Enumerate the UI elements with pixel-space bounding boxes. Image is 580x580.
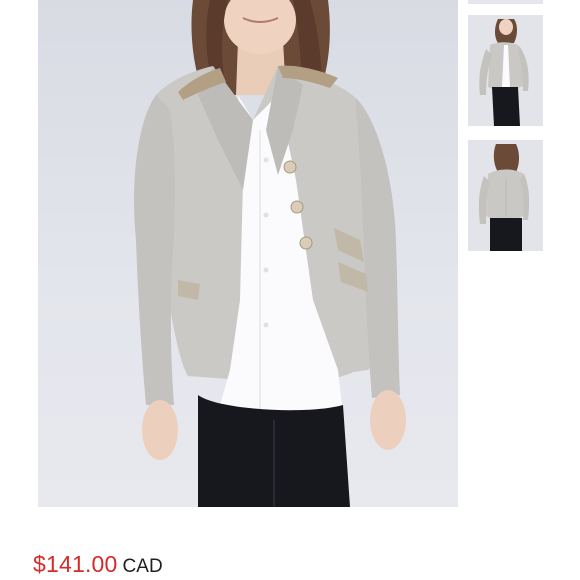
price-amount: $141.00 [33,551,118,577]
thumbnail-0[interactable] [468,0,543,4]
thumbnail-1-photo [468,15,543,126]
price-currency: CAD [122,556,163,577]
thumbnail-2-photo [468,140,543,251]
model-jacket-photo [134,0,406,507]
thumbnail-1[interactable] [468,15,543,126]
price-row: $141.00 CAD [33,551,163,578]
thumbnail-2[interactable] [468,140,543,251]
main-product-image[interactable] [38,0,458,507]
